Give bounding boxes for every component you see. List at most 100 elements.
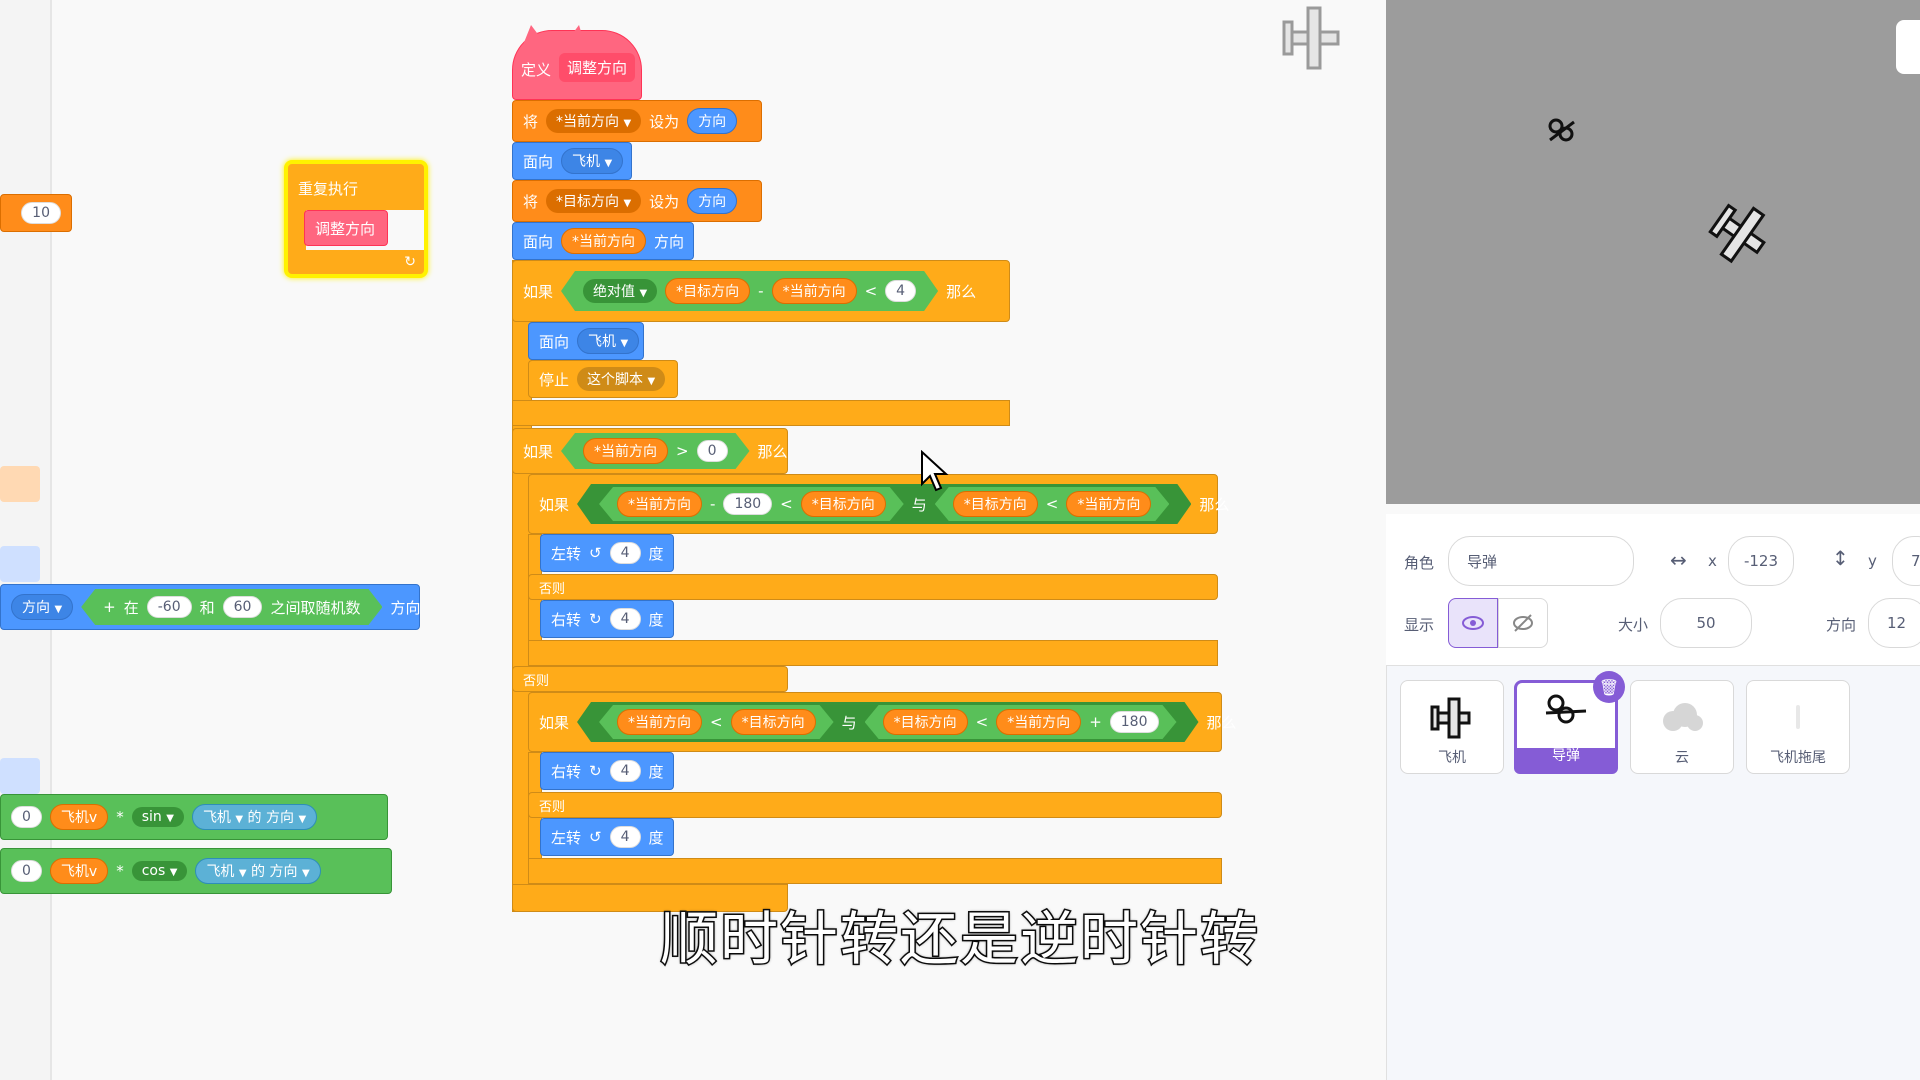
- direction-dropdown[interactable]: 方向 ▼: [11, 594, 74, 620]
- if-else-block-3[interactable]: 如果 *当前方向 - 180 < *目标方向 与 *目标方向 < *当前方向 那…: [528, 474, 1229, 534]
- number-input[interactable]: 4: [885, 280, 916, 302]
- variable-reporter[interactable]: *当前方向: [617, 709, 702, 735]
- delete-sprite-button[interactable]: 🗑: [1593, 671, 1625, 703]
- define-name[interactable]: 调整方向: [559, 53, 636, 82]
- point-towards-block[interactable]: 面向 飞机 ▼: [512, 142, 632, 180]
- sprite-name-input[interactable]: 导弹: [1448, 536, 1634, 586]
- target-dropdown[interactable]: 飞机 ▼: [577, 328, 640, 354]
- sensing-of-block[interactable]: 飞机 ▼ 的 方向 ▼: [195, 858, 321, 884]
- variable-reporter[interactable]: *当前方向: [583, 438, 668, 464]
- turn-left-block[interactable]: 左转 ↺ 4 度: [540, 534, 674, 572]
- define-label: 定义: [521, 61, 552, 79]
- less-than-operator[interactable]: *目标方向 < *当前方向: [935, 487, 1170, 521]
- set-variable-block[interactable]: 将 *当前方向 ▼ 设为 方向: [512, 100, 762, 142]
- mouse-cursor-icon: [921, 450, 949, 492]
- forever-block[interactable]: 重复执行 调整方向 ↻: [284, 160, 428, 278]
- sprite-tile-trail[interactable]: 飞机拖尾: [1746, 680, 1850, 774]
- variable-reporter[interactable]: *当前方向: [772, 278, 857, 304]
- if-else-block-2[interactable]: 如果 *当前方向 > 0 那么: [512, 428, 788, 474]
- stop-block[interactable]: 停止 这个脚本 ▼: [528, 360, 678, 398]
- number-input[interactable]: 180: [723, 493, 772, 515]
- define-hat-block[interactable]: 定义 调整方向: [512, 25, 642, 100]
- less-than-operator[interactable]: *目标方向 < *当前方向 + 180: [865, 705, 1177, 739]
- variable-reporter[interactable]: *当前方向: [1066, 491, 1151, 517]
- abs-dropdown[interactable]: 绝对值 ▼: [583, 279, 657, 303]
- less-than-operator[interactable]: 绝对值 ▼ *目标方向 - *当前方向 < 4: [561, 271, 938, 311]
- cat-ears-icon: [523, 25, 585, 45]
- variable-reporter[interactable]: *当前方向: [561, 228, 647, 254]
- block-label: 左转: [551, 544, 582, 563]
- variable-reporter[interactable]: *目标方向: [731, 709, 816, 735]
- direction-input[interactable]: 12: [1868, 598, 1920, 648]
- number-input[interactable]: 4: [609, 608, 641, 630]
- variable-reporter[interactable]: *目标方向: [953, 491, 1038, 517]
- variable-reporter[interactable]: *目标方向: [665, 278, 750, 304]
- and-operator[interactable]: *当前方向 < *目标方向 与 *目标方向 < *当前方向 + 180: [577, 702, 1198, 742]
- direction-reporter[interactable]: 方向: [687, 108, 738, 134]
- number-input[interactable]: 4: [609, 760, 641, 782]
- greater-than-operator[interactable]: *当前方向 > 0: [561, 433, 750, 469]
- direction-reporter[interactable]: 方向: [687, 188, 738, 214]
- sensing-of-block[interactable]: 飞机 ▼ 的 方向 ▼: [191, 804, 318, 830]
- target-dropdown[interactable]: 飞机 ▼: [561, 148, 624, 174]
- variable-reporter[interactable]: *当前方向: [617, 491, 702, 517]
- variable-reporter[interactable]: 飞机v: [49, 804, 109, 830]
- number-input[interactable]: -60: [147, 596, 192, 618]
- stage-size-toggle[interactable]: [1896, 20, 1920, 74]
- custom-block-label: 调整方向: [315, 219, 376, 238]
- sin-dropdown[interactable]: sin ▼: [131, 807, 184, 827]
- custom-block-call[interactable]: 调整方向: [304, 210, 388, 246]
- number-input[interactable]: 4: [609, 826, 641, 848]
- show-hidden-button[interactable]: [1498, 598, 1548, 648]
- number-input[interactable]: 4: [609, 542, 641, 564]
- cloud-icon: [1663, 703, 1703, 731]
- sprite-tile-cloud[interactable]: 云: [1630, 680, 1734, 774]
- sprite-tile-plane[interactable]: 飞机: [1400, 680, 1504, 774]
- less-than-operator[interactable]: *当前方向 < *目标方向: [599, 705, 834, 739]
- turn-right-block[interactable]: 右转 ↻ 4 度: [540, 752, 674, 790]
- plane-sprite-icon: [1282, 6, 1340, 70]
- variable-reporter[interactable]: 飞机v: [49, 858, 109, 884]
- fragment-block-top[interactable]: 10: [0, 194, 72, 232]
- number-input[interactable]: 10: [21, 202, 61, 224]
- x-input[interactable]: -123: [1728, 536, 1794, 586]
- random-operator[interactable]: + 在 -60 和 60 之间取随机数: [81, 589, 382, 625]
- show-visible-button[interactable]: [1448, 598, 1498, 648]
- sin-expression-block[interactable]: 0 飞机v * sin ▼ 飞机 ▼ 的 方向 ▼: [0, 794, 388, 840]
- sprite-info-pane: 角色 导弹 ↔ x -123 ↕ y 7 显示 大小 50 方向 12: [1386, 514, 1920, 666]
- variable-dropdown[interactable]: *目标方向 ▼: [546, 189, 642, 213]
- op-less: <: [864, 282, 878, 300]
- if-else-block-4[interactable]: 如果 *当前方向 < *目标方向 与 *目标方向 < *当前方向 + 180 那…: [528, 692, 1237, 752]
- number-input[interactable]: 0: [11, 806, 42, 828]
- set-variable-block[interactable]: 将 *目标方向 ▼ 设为 方向: [512, 180, 762, 222]
- block-label: 左转: [551, 828, 582, 847]
- missile-icon: [1545, 694, 1587, 724]
- number-input[interactable]: 0: [11, 860, 42, 882]
- size-input[interactable]: 50: [1660, 598, 1752, 648]
- stop-dropdown[interactable]: 这个脚本 ▼: [577, 367, 666, 391]
- variable-dropdown[interactable]: *当前方向 ▼: [546, 109, 642, 133]
- op-and: 与: [841, 713, 857, 732]
- number-input[interactable]: 0: [697, 440, 728, 462]
- cos-dropdown[interactable]: cos ▼: [131, 861, 188, 881]
- and-operator[interactable]: *当前方向 - 180 < *目标方向 与 *目标方向 < *当前方向: [577, 484, 1191, 524]
- stage-canvas[interactable]: [1386, 0, 1920, 504]
- point-towards-block[interactable]: 面向 飞机 ▼: [528, 322, 644, 360]
- sprite-tile-missile[interactable]: 导弹 🗑: [1514, 671, 1625, 774]
- if-block-1[interactable]: 如果 绝对值 ▼ *目标方向 - *当前方向 < 4 那么: [512, 260, 1010, 322]
- else-label: 否则: [539, 581, 566, 597]
- number-input[interactable]: 180: [1110, 711, 1159, 733]
- turn-left-block[interactable]: 左转 ↺ 4 度: [540, 818, 674, 856]
- variable-reporter[interactable]: *当前方向: [996, 709, 1081, 735]
- point-random-block[interactable]: 方向 ▼ + 在 -60 和 60 之间取随机数 方向: [0, 584, 421, 630]
- sprite-tile-label: 飞机拖尾: [1770, 750, 1826, 766]
- eye-icon: [1462, 616, 1484, 630]
- variable-reporter[interactable]: *目标方向: [883, 709, 968, 735]
- variable-reporter[interactable]: *目标方向: [801, 491, 886, 517]
- cos-expression-block[interactable]: 0 飞机v * cos ▼ 飞机 ▼ 的 方向 ▼: [0, 848, 392, 894]
- point-in-direction-block[interactable]: 面向 *当前方向 方向: [512, 222, 694, 260]
- turn-right-block[interactable]: 右转 ↻ 4 度: [540, 600, 674, 638]
- less-than-operator[interactable]: *当前方向 - 180 < *目标方向: [599, 487, 904, 521]
- number-input[interactable]: 60: [223, 596, 263, 618]
- y-input[interactable]: 7: [1892, 536, 1920, 586]
